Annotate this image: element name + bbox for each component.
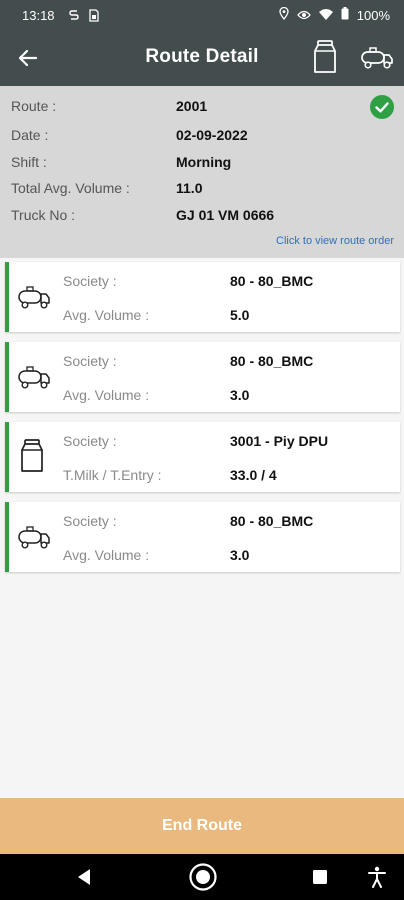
date-label: Date : (11, 127, 49, 143)
stop-card[interactable]: Society : 80 - 80_BMC Avg. Volume : 3.0 (5, 502, 400, 572)
society-value: 3001 - Piy DPU (230, 433, 329, 449)
eye-icon (296, 8, 311, 23)
avg-volume-value: 3.0 (230, 387, 250, 403)
avg-volume-label: Avg. Volume : (63, 387, 150, 403)
end-route-button[interactable]: End Route (0, 798, 404, 854)
status-bar: 13:18 100% (0, 0, 404, 30)
tanker-truck-icon[interactable] (360, 44, 394, 75)
society-label: Society : (63, 353, 117, 369)
milk-can-icon (19, 438, 45, 479)
view-route-order-link[interactable]: Click to view route order (276, 235, 394, 247)
society-value: 80 - 80_BMC (230, 273, 314, 289)
route-summary-panel: Route : 2001 Date : 02-09-2022 Shift : M… (0, 86, 404, 258)
wifi-icon (318, 8, 333, 23)
avg-volume-value: 5.0 (230, 307, 250, 323)
system-nav-bar (0, 854, 404, 900)
society-label: Society : (63, 273, 117, 289)
tanker-truck-icon (17, 522, 51, 557)
tanker-truck-icon (17, 282, 51, 317)
avg-volume-label: Avg. Volume : (63, 547, 150, 563)
s-notification-icon (68, 9, 79, 21)
page-title: Route Detail (145, 46, 259, 67)
check-circle-icon (370, 95, 394, 119)
stop-card[interactable]: Society : 3001 - Piy DPU T.Milk / T.Entr… (5, 422, 400, 492)
shift-value: Morning (176, 154, 232, 170)
total-volume-label: Total Avg. Volume : (11, 180, 130, 196)
avg-volume-label: Avg. Volume : (63, 307, 150, 323)
society-value: 80 - 80_BMC (230, 353, 314, 369)
truck-value: GJ 01 VM 0666 (176, 207, 275, 223)
shift-label: Shift : (11, 154, 47, 170)
milk-entry-value: 33.0 / 4 (230, 467, 277, 483)
battery-icon (341, 7, 349, 23)
accessibility-icon[interactable] (368, 866, 386, 893)
sim-icon (88, 8, 99, 22)
total-volume-value: 11.0 (176, 180, 203, 196)
route-value: 2001 (176, 98, 208, 114)
date-value: 02-09-2022 (176, 127, 248, 143)
society-label: Society : (63, 513, 117, 529)
truck-label: Truck No : (11, 207, 76, 223)
society-value: 80 - 80_BMC (230, 513, 314, 529)
app-bar: Route Detail (0, 30, 404, 86)
avg-volume-value: 3.0 (230, 547, 250, 563)
milk-entry-label: T.Milk / T.Entry : (63, 467, 162, 483)
home-circle-icon[interactable] (188, 862, 218, 897)
recents-square-icon[interactable] (312, 869, 328, 890)
status-time: 13:18 (22, 7, 55, 23)
battery-percent: 100% (356, 7, 390, 23)
milk-can-icon[interactable] (312, 39, 338, 80)
society-label: Society : (63, 433, 117, 449)
stop-card[interactable]: Society : 80 - 80_BMC Avg. Volume : 3.0 (5, 342, 400, 412)
back-triangle-icon[interactable] (76, 868, 92, 891)
stop-card[interactable]: Society : 80 - 80_BMC Avg. Volume : 5.0 (5, 262, 400, 332)
location-icon (279, 6, 289, 23)
route-label: Route : (11, 98, 57, 114)
tanker-truck-icon (17, 362, 51, 397)
